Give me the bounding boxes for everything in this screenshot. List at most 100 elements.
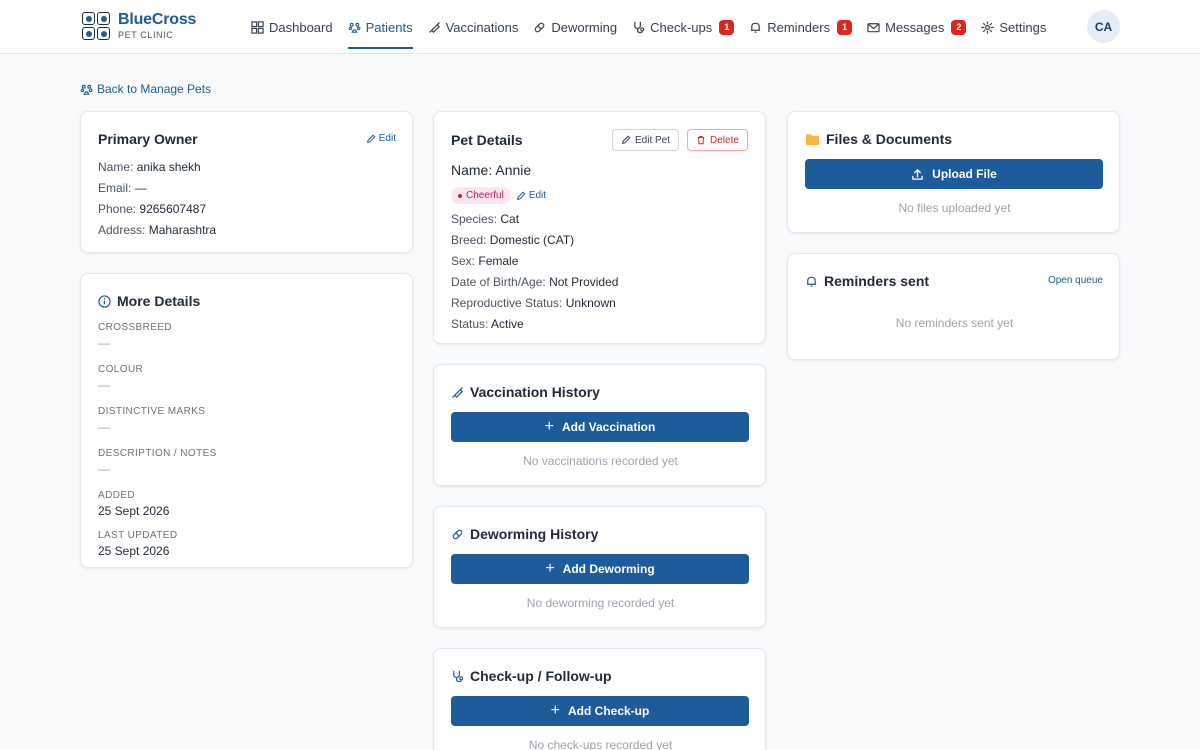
reproductive-status-row: Reproductive Status: Unknown <box>451 296 618 310</box>
owner-email-label: Email: <box>98 181 132 195</box>
nav-checkups[interactable]: Check-ups 1 <box>632 0 735 54</box>
delete-pet-button[interactable]: Delete <box>687 129 748 151</box>
plus-icon: + <box>545 560 555 577</box>
dashboard-icon <box>251 20 264 34</box>
pet-name: Name: Annie <box>451 162 532 178</box>
trash-icon <box>697 136 705 145</box>
bell-icon <box>751 22 761 33</box>
description-notes-label: DESCRIPTION / NOTES <box>98 448 217 459</box>
app-logo[interactable]: BlueCross PET CLINIC <box>82 12 196 40</box>
status-value: Active <box>491 317 524 331</box>
owner-address-value: Maharashtra <box>148 223 217 237</box>
crossbreed-label: CROSSBREED <box>98 322 173 333</box>
open-queue-link[interactable]: Open queue <box>1048 275 1103 286</box>
reminders-count-badge: 1 <box>837 19 853 35</box>
species-value: Cat <box>500 212 520 226</box>
owner-email-value: — <box>134 181 147 195</box>
owner-email-row: Email: — <box>98 181 216 195</box>
deworming-history-card: Deworming History + Add Deworming No dew… <box>433 506 766 628</box>
vaccination-history-title: Vaccination History <box>470 384 600 400</box>
last-updated-label: LAST UPDATED <box>98 530 178 541</box>
add-vaccination-button[interactable]: + Add Vaccination <box>451 412 749 442</box>
primary-owner-title: Primary Owner <box>98 131 198 147</box>
add-deworming-label: Add Deworming <box>562 562 655 576</box>
pet-details-card: Pet Details Edit Pet Delete Name: Annie … <box>433 111 766 344</box>
edit-owner-label: Edit <box>378 133 396 144</box>
last-updated-value: 25 Sept 2026 <box>98 544 170 558</box>
edit-temperament-button[interactable]: Edit <box>516 190 546 201</box>
nav-reminders-label: Reminders <box>767 19 831 35</box>
stethoscope-icon <box>634 21 645 33</box>
checkups-count-badge: 1 <box>719 19 735 35</box>
nav-patients[interactable]: Patients <box>347 0 413 54</box>
crossbreed-value: — <box>98 336 110 350</box>
species-row: Species: Cat <box>451 212 618 226</box>
deworming-history-title-row: Deworming History <box>451 526 598 542</box>
brand-name: BlueCross <box>118 11 197 28</box>
more-details-title: More Details <box>117 293 201 309</box>
add-checkup-button[interactable]: + Add Check-up <box>451 696 749 726</box>
pill-icon <box>452 529 463 539</box>
colour-value: — <box>98 378 110 392</box>
distinctive-marks-value: — <box>98 420 110 434</box>
vaccination-empty-message: No vaccinations recorded yet <box>523 454 678 468</box>
distinctive-marks-label: DISTINCTIVE MARKS <box>98 406 206 417</box>
deworming-empty-message: No deworming recorded yet <box>526 596 675 610</box>
owner-address-row: Address: Maharashtra <box>98 223 216 237</box>
nav-reminders[interactable]: Reminders 1 <box>749 0 853 54</box>
syringe-icon <box>428 21 440 33</box>
owner-name-value: anika shekh <box>136 160 201 174</box>
reproductive-status-label: Reproductive Status: <box>451 296 563 310</box>
gear-icon <box>981 20 995 34</box>
reminders-sent-card: Reminders sent Open queue No reminders s… <box>787 253 1120 360</box>
files-empty-message: No files uploaded yet <box>898 201 1011 215</box>
more-details-title-row: More Details <box>98 293 200 309</box>
checkup-card: Check-up / Follow-up + Add Check-up No c… <box>433 648 766 750</box>
edit-pet-label: Edit Pet <box>635 134 671 146</box>
upload-file-button[interactable]: Upload File <box>805 159 1103 189</box>
description-notes-value: — <box>98 462 110 476</box>
delete-pet-label: Delete <box>710 134 739 146</box>
edit-owner-button[interactable]: Edit <box>366 133 396 144</box>
dob-value: Not Provided <box>549 275 619 289</box>
nav-checkups-label: Check-ups <box>650 19 713 35</box>
mail-icon <box>867 22 880 32</box>
add-deworming-button[interactable]: + Add Deworming <box>451 554 749 584</box>
owner-name-row: Name: anika shekh <box>98 160 216 174</box>
paw-icon <box>80 84 93 95</box>
back-to-manage-pets-link[interactable]: Back to Manage Pets <box>80 82 211 96</box>
sex-value: Female <box>478 254 519 268</box>
add-vaccination-label: Add Vaccination <box>561 420 656 434</box>
info-icon <box>98 294 111 308</box>
main-nav: Dashboard Patients Vaccinations Dewormin… <box>251 0 1046 54</box>
colour-label: COLOUR <box>98 364 144 375</box>
breed-value: Domestic (CAT) <box>489 233 575 247</box>
breed-label: Breed: <box>451 233 487 247</box>
upload-file-label: Upload File <box>932 167 997 181</box>
messages-count-badge: 2 <box>951 19 967 35</box>
sex-row: Sex: Female <box>451 254 618 268</box>
nav-dashboard[interactable]: Dashboard <box>251 0 333 54</box>
added-value: 25 Sept 2026 <box>98 504 170 518</box>
owner-phone-label: Phone: <box>98 202 137 216</box>
user-avatar[interactable]: CA <box>1087 10 1120 43</box>
edit-temperament-label: Edit <box>528 190 547 201</box>
nav-messages-label: Messages <box>885 19 945 35</box>
dob-row: Date of Birth/Age: Not Provided <box>451 275 618 289</box>
more-details-card: More Details CROSSBREED — COLOUR — DISTI… <box>80 273 413 568</box>
checkup-empty-message: No check-ups recorded yet <box>528 738 673 750</box>
edit-pet-button[interactable]: Edit Pet <box>612 129 680 151</box>
files-documents-title-row: Files & Documents <box>805 131 952 147</box>
nav-messages[interactable]: Messages 2 <box>867 0 967 54</box>
nav-settings[interactable]: Settings <box>981 0 1046 54</box>
nav-deworming[interactable]: Deworming <box>533 0 617 54</box>
pill-icon <box>534 22 545 32</box>
files-documents-title: Files & Documents <box>826 131 953 147</box>
reminders-sent-title: Reminders sent <box>824 273 930 289</box>
brand-subtitle: PET CLINIC <box>118 30 174 40</box>
vaccination-history-title-row: Vaccination History <box>451 384 600 400</box>
pencil-icon <box>516 191 526 200</box>
pencil-icon <box>622 135 631 144</box>
paw-icon <box>348 22 361 33</box>
nav-vaccinations[interactable]: Vaccinations <box>428 0 518 54</box>
